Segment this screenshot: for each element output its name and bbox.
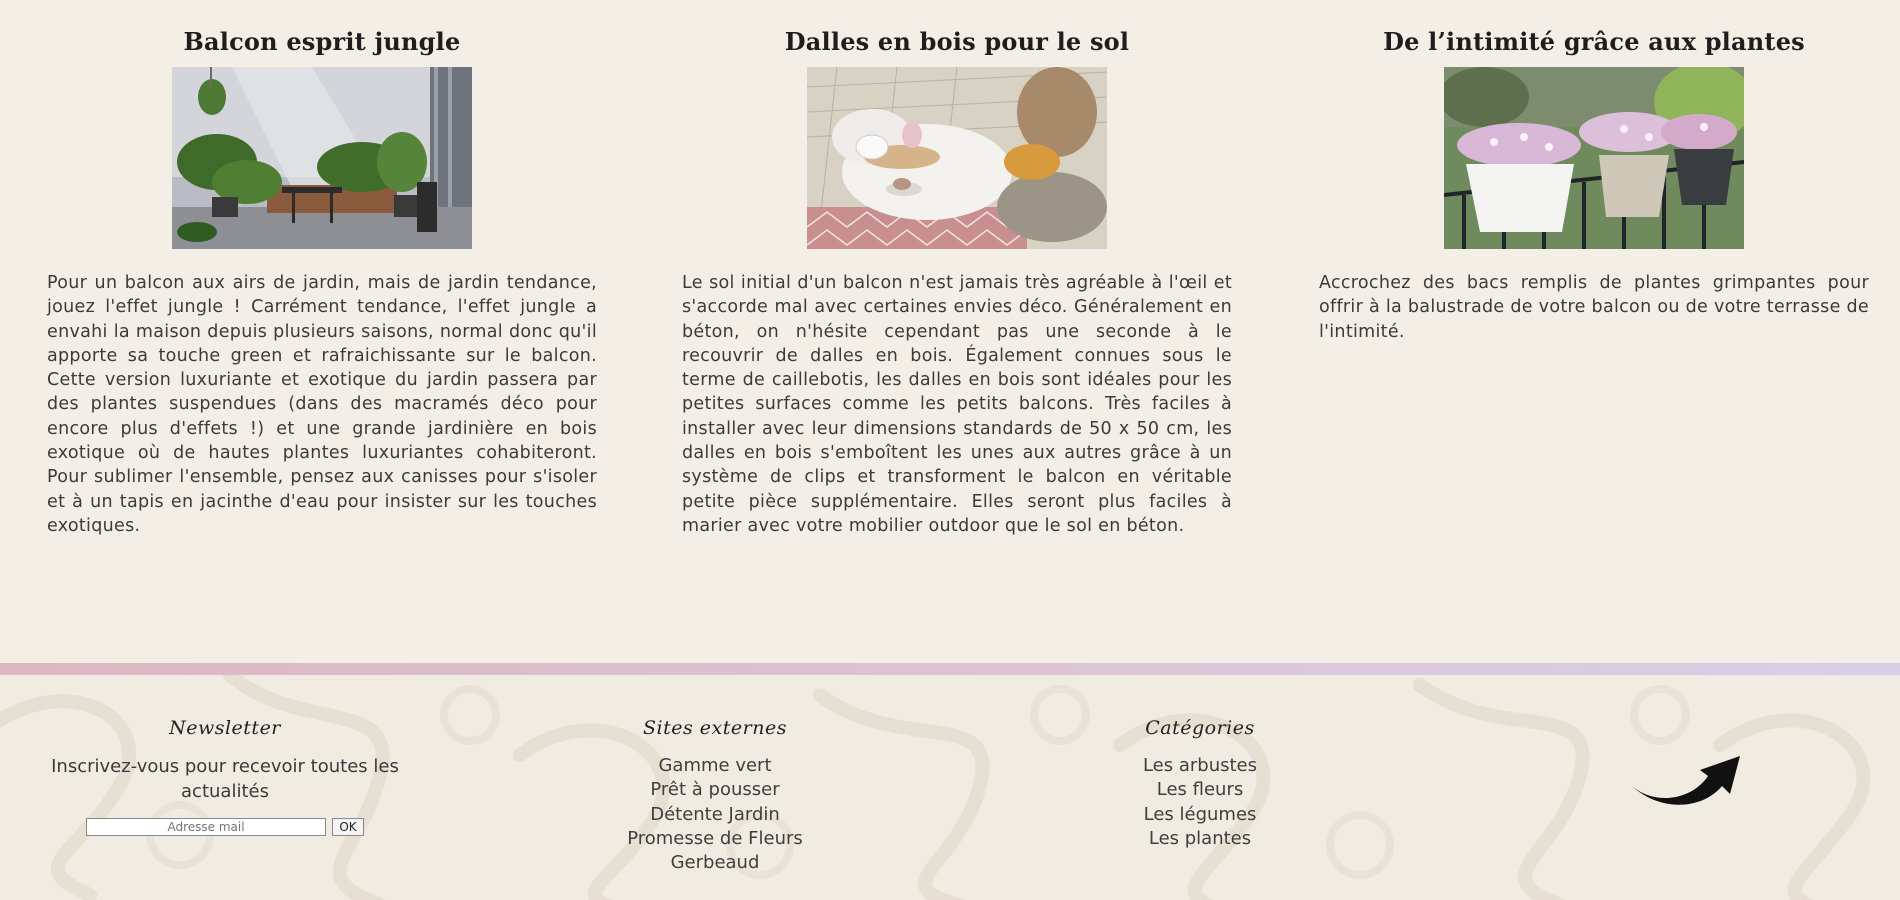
- curved-up-arrow-icon: [1632, 756, 1740, 805]
- categories-heading: Catégories: [1145, 717, 1255, 739]
- newsletter-lead: Inscrivez-vous pour recevoir toutes les …: [51, 756, 399, 802]
- article-image-jungle[interactable]: [172, 67, 472, 249]
- footer: Newsletter Inscrivez-vous pour recevoir …: [0, 675, 1900, 900]
- article-title[interactable]: Balcon esprit jungle: [47, 24, 597, 60]
- section-divider: [0, 663, 1900, 675]
- category-link[interactable]: Les légumes: [1100, 803, 1300, 827]
- email-field[interactable]: [86, 818, 326, 836]
- article-text: Accrochez des bacs remplis de plantes gr…: [1319, 273, 1869, 342]
- newsletter-heading: Newsletter: [169, 717, 281, 739]
- external-link[interactable]: Prêt à pousser: [575, 778, 855, 802]
- category-link[interactable]: Les arbustes: [1100, 754, 1300, 778]
- back-to-top-button[interactable]: [1630, 748, 1745, 808]
- external-sites-list: Gamme vert Prêt à pousser Détente Jardin…: [575, 754, 855, 875]
- sites-heading: Sites externes: [643, 717, 787, 739]
- categories-block: Catégories Les arbustes Les fleurs Les l…: [1100, 717, 1300, 851]
- subscribe-ok-button[interactable]: OK: [332, 818, 364, 836]
- article-image-dalles[interactable]: [807, 67, 1107, 249]
- articles-section: Balcon esprit jungle Pour un balcon aux …: [4, 4, 1900, 660]
- article-title[interactable]: Dalles en bois pour le sol: [682, 24, 1232, 60]
- article-balcon-jungle: Balcon esprit jungle Pour un balcon aux …: [47, 24, 597, 538]
- article-dalles-bois: Dalles en bois pour le sol Le sol initia…: [682, 24, 1232, 538]
- jungle-balcony-photo: [172, 67, 472, 249]
- external-link[interactable]: Promesse de Fleurs: [575, 827, 855, 851]
- external-link[interactable]: Détente Jardin: [575, 803, 855, 827]
- article-text: Pour un balcon aux airs de jardin, mais …: [47, 273, 597, 536]
- wooden-tiles-photo: [807, 67, 1107, 249]
- newsletter-form: OK: [15, 818, 435, 836]
- category-link[interactable]: Les fleurs: [1100, 778, 1300, 802]
- article-text: Le sol initial d'un balcon n'est jamais …: [682, 273, 1232, 536]
- article-image-plantes[interactable]: [1444, 67, 1744, 249]
- categories-list: Les arbustes Les fleurs Les légumes Les …: [1100, 754, 1300, 851]
- article-intimite-plantes: De l’intimité grâce aux plantes Accroche…: [1319, 24, 1869, 344]
- article-title[interactable]: De l’intimité grâce aux plantes: [1319, 24, 1869, 60]
- flower-boxes-photo: [1444, 67, 1744, 249]
- external-link[interactable]: Gerbeaud: [575, 851, 855, 875]
- external-link[interactable]: Gamme vert: [575, 754, 855, 778]
- external-sites-block: Sites externes Gamme vert Prêt à pousser…: [575, 717, 855, 875]
- newsletter-block: Newsletter Inscrivez-vous pour recevoir …: [15, 717, 435, 836]
- category-link[interactable]: Les plantes: [1100, 827, 1300, 851]
